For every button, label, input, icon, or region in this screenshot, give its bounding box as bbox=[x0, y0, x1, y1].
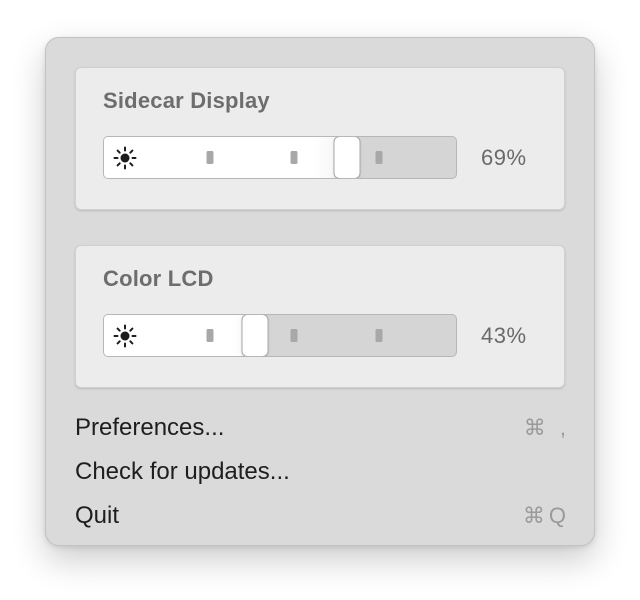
slider-knob[interactable] bbox=[333, 137, 361, 178]
slider-knob[interactable] bbox=[241, 315, 269, 356]
display-name: Color LCD bbox=[103, 266, 214, 291]
menu-item-quit[interactable]: Quit ⌘Q bbox=[75, 500, 570, 532]
brightness-percent: 69% bbox=[481, 145, 527, 170]
slider-tick bbox=[375, 151, 383, 164]
slider-tick bbox=[290, 329, 298, 342]
slider-fill bbox=[104, 137, 347, 178]
brightness-slider[interactable] bbox=[103, 136, 457, 179]
brightness-percent: 43% bbox=[481, 323, 527, 348]
sun-icon bbox=[113, 146, 137, 170]
slider-tick bbox=[290, 151, 298, 164]
menu-item-label: Check for updates... bbox=[75, 458, 290, 485]
sun-icon bbox=[113, 324, 137, 348]
brightness-slider[interactable] bbox=[103, 314, 457, 357]
menu-item-label: Quit bbox=[75, 502, 120, 529]
slider-tick bbox=[206, 329, 214, 342]
display-card-sidecar: Sidecar Display 69% bbox=[75, 67, 565, 210]
menu-item-check-for-updates[interactable]: Check for updates... bbox=[75, 456, 570, 488]
brightness-menu: Sidecar Display 69% Color LCD 43% Prefer… bbox=[45, 37, 595, 546]
display-card-color-lcd: Color LCD 43% bbox=[75, 245, 565, 388]
slider-tick bbox=[206, 151, 214, 164]
menu-item-label: Preferences... bbox=[75, 414, 225, 441]
shortcut-label: ⌘ , bbox=[523, 415, 570, 440]
display-name: Sidecar Display bbox=[103, 88, 270, 113]
slider-tick bbox=[375, 329, 383, 342]
menu-item-preferences[interactable]: Preferences... ⌘ , bbox=[75, 412, 570, 444]
shortcut-label: ⌘Q bbox=[522, 503, 570, 528]
